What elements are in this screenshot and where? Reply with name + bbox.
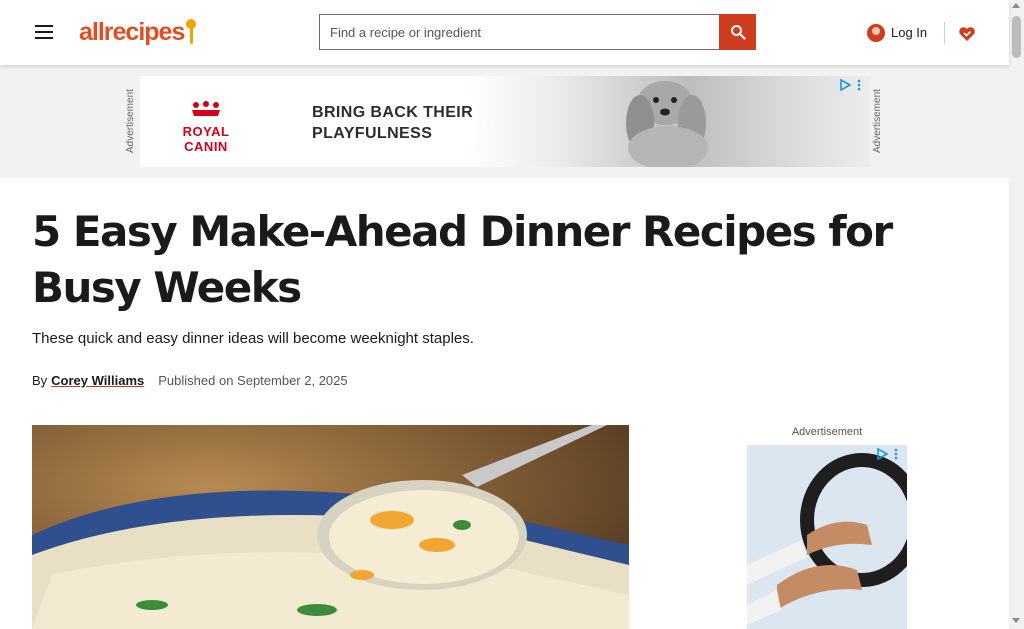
byline: By Corey Williams Published on September… [32,373,348,388]
royal-canin-ad-banner[interactable]: ROYAL CANIN BRING BACK THEIR PLAYFULNESS [140,76,870,167]
scroll-up-arrow-icon[interactable] [1012,3,1020,8]
menu-button[interactable] [30,18,58,46]
published-date: Published on September 2, 2025 [158,373,348,388]
user-avatar-icon [867,23,885,42]
login-label: Log In [891,25,928,40]
sidebar-ad-image [747,445,907,629]
crown-icon [192,101,220,116]
ad-choices-icon[interactable] [838,78,852,92]
search-bar [319,14,758,52]
byline-by-label: By [32,373,48,388]
favorites-button[interactable] [955,20,979,48]
sidebar-ad[interactable] [747,445,907,629]
search-input[interactable] [319,14,719,50]
article-title: 5 Easy Make-Ahead Dinner Recipes for Bus… [32,207,893,312]
heart-icon [959,27,975,41]
spoon-icon [186,19,197,45]
ad-label-right: Advertisement [872,89,883,153]
page-scrollbar[interactable] [1009,0,1024,629]
header-divider [944,22,945,44]
ad-label-left: Advertisement [125,89,136,153]
logo-text: allrecipes [79,17,185,46]
soup-photo [32,425,629,629]
dog-photo [626,81,708,167]
search-button[interactable] [719,14,756,50]
ad-headline-line2: PLAYFULNESS [312,125,433,142]
author-link[interactable]: Corey Williams [51,373,144,388]
ad-choices-icon[interactable] [875,447,889,461]
scroll-down-arrow-icon[interactable] [1012,618,1020,623]
hamburger-line [35,31,53,33]
brand-name: ROYAL CANIN [182,124,230,154]
site-header: allrecipes Log In [0,0,1009,65]
royal-canin-logo: ROYAL CANIN [162,101,250,154]
ad-options-icon[interactable] [889,447,903,461]
sidebar-ad-label: Advertisement [791,426,863,438]
hero-image [32,425,629,629]
scroll-thumb[interactable] [1012,16,1021,58]
allrecipes-logo[interactable]: allrecipes [79,14,210,50]
hamburger-line [35,37,53,39]
article-subtitle: These quick and easy dinner ideas will b… [32,330,474,347]
login-button[interactable]: Log In [867,19,934,46]
ad-headline: BRING BACK THEIR PLAYFULNESS [308,100,478,146]
ad-options-icon[interactable] [852,78,866,92]
search-icon [730,25,746,40]
hamburger-menu-icon [35,25,53,27]
ad-headline-line1: BRING BACK THEIR [312,104,474,121]
